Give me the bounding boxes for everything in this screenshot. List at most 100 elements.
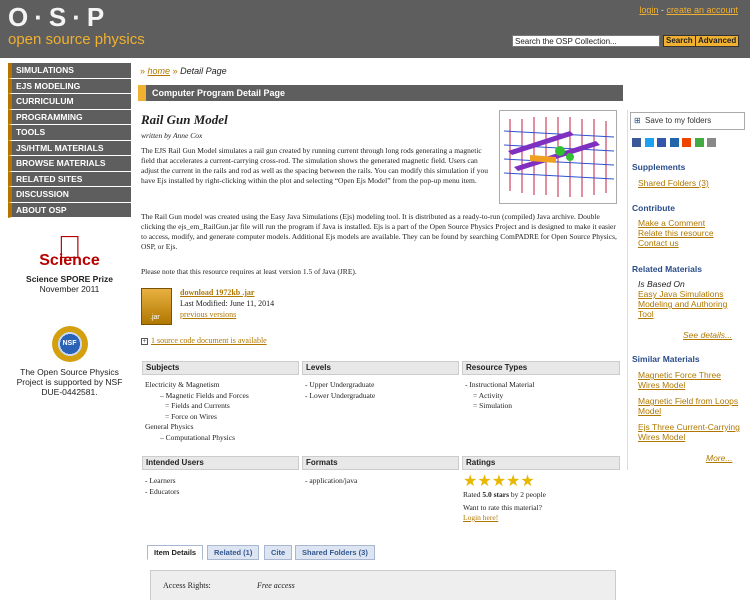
- similar-item-link[interactable]: Magnetic Field from Loops Model: [638, 396, 742, 416]
- relate-resource-link[interactable]: Relate this resource: [638, 228, 714, 238]
- intended-users-list: - Learners - Educators: [145, 476, 300, 497]
- rate-prompt: Want to rate this material?: [463, 502, 542, 512]
- contribute-heading: Contribute: [632, 203, 675, 213]
- user-item[interactable]: - Learners: [145, 476, 300, 487]
- search-input[interactable]: Search the OSP Collection...: [512, 35, 660, 47]
- is-based-on-label: Is Based On: [638, 279, 685, 289]
- site-header: O·S·P open source physics login - create…: [0, 0, 750, 58]
- java-requirement-note: Please note that this resource requires …: [141, 267, 357, 276]
- nsf-support: NSF The Open Source Physics Project is s…: [8, 326, 131, 397]
- nav-item-simulations[interactable]: SIMULATIONS: [8, 63, 131, 79]
- search-button[interactable]: Search: [663, 35, 696, 47]
- simulation-thumbnail[interactable]: [499, 110, 617, 204]
- source-docs-link[interactable]: 1 source code document is available: [151, 336, 267, 345]
- osp-logo[interactable]: O·S·P open source physics: [8, 4, 145, 48]
- subjects-list: Electricity & Magnetism – Magnetic Field…: [145, 380, 300, 443]
- related-materials-heading: Related Materials: [632, 264, 702, 274]
- subject-item[interactable]: = Force on Wires: [145, 412, 300, 423]
- nav-item-tools[interactable]: TOOLS: [8, 125, 131, 141]
- nav-item-js-html-materials[interactable]: JS/HTML MATERIALS: [8, 140, 131, 156]
- nav-item-discussion[interactable]: DISCUSSION: [8, 187, 131, 203]
- create-account-link[interactable]: create an account: [666, 5, 738, 15]
- delicious-icon[interactable]: [657, 138, 667, 147]
- nav-item-about-osp[interactable]: ABOUT OSP: [8, 202, 131, 218]
- make-comment-link[interactable]: Make a Comment: [638, 218, 705, 228]
- login-here-link[interactable]: Login here!: [463, 513, 621, 524]
- star-icon[interactable]: ★: [506, 473, 520, 490]
- tab-cite[interactable]: Cite: [264, 545, 293, 560]
- save-to-folders-button[interactable]: ⊞ Save to my folders: [630, 112, 745, 130]
- subject-item[interactable]: Electricity & Magnetism: [145, 380, 300, 391]
- tab-shared-folders[interactable]: Shared Folders (3): [295, 545, 375, 560]
- twitter-icon[interactable]: [644, 138, 654, 147]
- resource-type-item[interactable]: - Instructional Material: [465, 380, 620, 391]
- download-link[interactable]: download 1972kb .jar: [180, 288, 254, 297]
- science-logo: Science: [8, 252, 131, 270]
- contact-us-link[interactable]: Contact us: [638, 238, 679, 248]
- nav-item-ejs-modeling[interactable]: EJS MODELING: [8, 78, 131, 94]
- formats-list: - application/java: [305, 476, 460, 487]
- star-icon[interactable]: ★: [520, 473, 534, 490]
- jar-file-icon[interactable]: .jar: [141, 288, 172, 325]
- star-icon[interactable]: ★: [477, 473, 491, 490]
- more-share-icon[interactable]: [707, 138, 717, 147]
- shared-folders-link[interactable]: Shared Folders (3): [638, 178, 709, 188]
- breadcrumb-separator: »: [172, 66, 178, 76]
- star-icon[interactable]: ★: [463, 473, 477, 490]
- see-details-link[interactable]: See details...: [683, 330, 732, 340]
- similar-item-link[interactable]: Magnetic Force Three Wires Model: [638, 370, 742, 390]
- level-item[interactable]: - Upper Undergraduate: [305, 380, 460, 391]
- ejs-tool-link[interactable]: Easy Java Simulations Modeling and Autho…: [638, 289, 738, 319]
- levels-list: - Upper Undergraduate - Lower Undergradu…: [305, 380, 460, 401]
- stumbleupon-icon[interactable]: [682, 138, 692, 147]
- tab-item-details[interactable]: Item Details: [147, 545, 204, 560]
- previous-versions-link[interactable]: previous versions: [180, 310, 236, 319]
- resource-types-list: - Instructional Material = Activity = Si…: [465, 380, 620, 412]
- page-title: Computer Program Detail Page: [138, 85, 623, 101]
- nav-item-programming[interactable]: PROGRAMMING: [8, 109, 131, 125]
- nsf-seal-icon[interactable]: NSF: [51, 326, 88, 362]
- resource-author: written by Anne Cox: [141, 131, 203, 140]
- rating-summary: Rated 5.0 stars by 2 people: [463, 490, 546, 499]
- subject-item[interactable]: General Physics: [145, 422, 300, 433]
- more-similar-link[interactable]: More...: [706, 453, 732, 463]
- nsf-support-text: The Open Source Physics Project is suppo…: [16, 367, 123, 397]
- resource-title: Rail Gun Model: [141, 112, 228, 127]
- subject-item[interactable]: – Magnetic Fields and Forces: [145, 391, 300, 402]
- expand-plus-icon[interactable]: +: [141, 338, 148, 345]
- source-code-toggle[interactable]: +1 source code document is available: [141, 336, 267, 345]
- spore-prize-badge[interactable]:  Science Science SPORE Prize November 2…: [8, 231, 131, 294]
- facebook-icon[interactable]: [632, 138, 641, 147]
- format-item[interactable]: - application/java: [305, 476, 460, 487]
- advanced-search-button[interactable]: Advanced: [695, 35, 740, 47]
- digg-icon[interactable]: [669, 138, 679, 147]
- nav-item-curriculum[interactable]: CURRICULUM: [8, 94, 131, 110]
- resource-type-item[interactable]: = Simulation: [465, 401, 620, 412]
- subject-item[interactable]: – Computational Physics: [145, 433, 300, 444]
- plus-box-icon: ⊞: [634, 116, 641, 125]
- formats-header: Formats: [302, 456, 459, 470]
- account-links: login - create an account: [639, 5, 738, 15]
- logo-tagline: open source physics: [8, 31, 145, 48]
- supplements-heading: Supplements: [632, 162, 686, 172]
- resource-type-item[interactable]: = Activity: [465, 391, 620, 402]
- logo-letters: O·S·P: [8, 2, 111, 32]
- nav-item-related-sites[interactable]: RELATED SITES: [8, 171, 131, 187]
- share-icon[interactable]: [694, 138, 704, 147]
- intended-users-header: Intended Users: [142, 456, 299, 470]
- similar-item-link[interactable]: Ejs Three Current-Carrying Wires Model: [638, 422, 742, 442]
- level-item[interactable]: - Lower Undergraduate: [305, 391, 460, 402]
- levels-header: Levels: [302, 361, 459, 375]
- star-icon[interactable]: ★: [492, 473, 506, 490]
- nav-item-browse-materials[interactable]: BROWSE MATERIALS: [8, 156, 131, 172]
- star-rating[interactable]: ★★★★★: [463, 474, 621, 490]
- user-item[interactable]: - Educators: [145, 487, 300, 498]
- breadcrumb-separator: »: [140, 66, 146, 76]
- breadcrumb-home[interactable]: home: [148, 66, 171, 76]
- subject-item[interactable]: = Fields and Currents: [145, 401, 300, 412]
- access-rights-value: Free access: [257, 581, 295, 590]
- description-paragraph-2: The Rail Gun model was created using the…: [141, 212, 617, 251]
- tab-related[interactable]: Related (1): [207, 545, 260, 560]
- spore-title: Science SPORE Prize: [8, 274, 131, 284]
- login-link[interactable]: login: [639, 5, 658, 15]
